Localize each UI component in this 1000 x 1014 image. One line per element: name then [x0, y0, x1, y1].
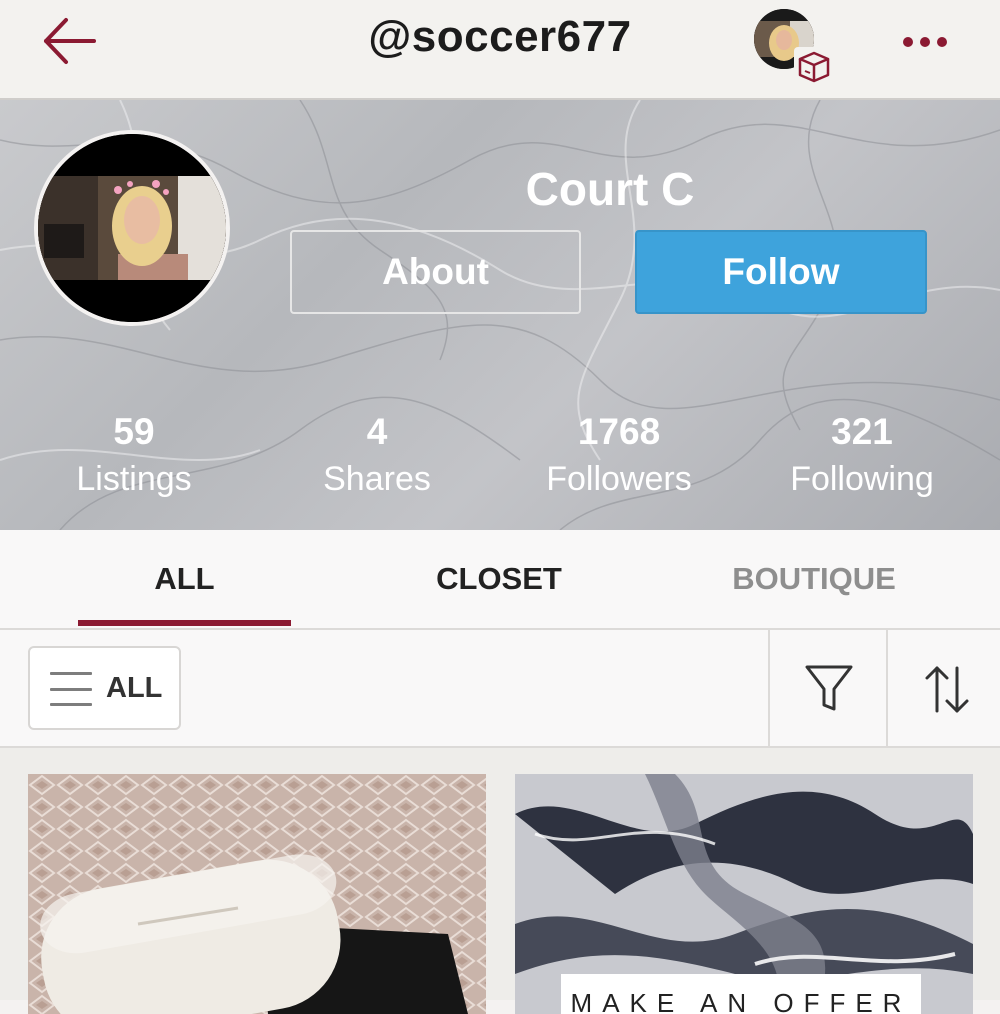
make-offer-label: MAKE AN OFFER — [561, 974, 921, 1014]
stat-following[interactable]: 321 Following — [752, 410, 972, 504]
listing-image-glasses-case — [28, 774, 486, 1014]
profile-avatar[interactable] — [34, 130, 230, 326]
display-name: Court C — [525, 163, 695, 215]
menu-icon — [50, 672, 92, 706]
category-filter-button[interactable]: ALL — [28, 646, 181, 730]
stat-label: Listings — [76, 460, 192, 498]
listing-grid: MAKE AN OFFER — [0, 748, 1000, 1014]
funnel-icon — [805, 665, 853, 711]
stat-label: Shares — [323, 460, 431, 498]
divider — [768, 630, 770, 748]
profile-photo — [38, 134, 226, 322]
dot-icon — [937, 37, 947, 47]
stat-listings[interactable]: 59 Listings — [24, 410, 244, 504]
stat-value: 4 — [366, 411, 388, 452]
stat-followers[interactable]: 1768 Followers — [509, 410, 729, 504]
top-bar: @soccer677 — [0, 0, 1000, 100]
profile-username: @soccer677 — [368, 12, 632, 61]
filter-bar: ALL — [0, 630, 1000, 748]
stat-label: Followers — [546, 460, 692, 498]
box-icon — [790, 45, 840, 85]
listing-card[interactable] — [28, 774, 486, 1014]
about-button[interactable]: About — [290, 230, 581, 314]
follow-button[interactable]: Follow — [635, 230, 927, 314]
tab-boutique[interactable]: BOUTIQUE — [700, 530, 928, 628]
stat-shares[interactable]: 4 Shares — [267, 410, 487, 504]
stat-value: 321 — [831, 411, 893, 452]
profile-header-banner: Court C About Follow 59 Listings 4 Share… — [0, 100, 1000, 530]
category-filter-label: ALL — [106, 672, 163, 704]
listing-card[interactable]: MAKE AN OFFER — [515, 774, 973, 1014]
sort-arrows-icon — [925, 666, 969, 713]
stat-label: Following — [790, 460, 934, 498]
active-tab-indicator — [78, 620, 291, 626]
dot-icon — [903, 37, 913, 47]
filter-button[interactable] — [788, 648, 870, 730]
closet-tabs: ALL CLOSET BOUTIQUE — [0, 530, 1000, 630]
stat-value: 1768 — [577, 411, 661, 452]
stat-value: 59 — [113, 411, 155, 452]
more-options-button[interactable] — [890, 22, 960, 62]
tab-all[interactable]: ALL — [78, 530, 291, 628]
dot-icon — [920, 37, 930, 47]
tab-closet[interactable]: CLOSET — [390, 530, 608, 628]
divider — [886, 630, 888, 748]
sort-button[interactable] — [906, 648, 988, 730]
